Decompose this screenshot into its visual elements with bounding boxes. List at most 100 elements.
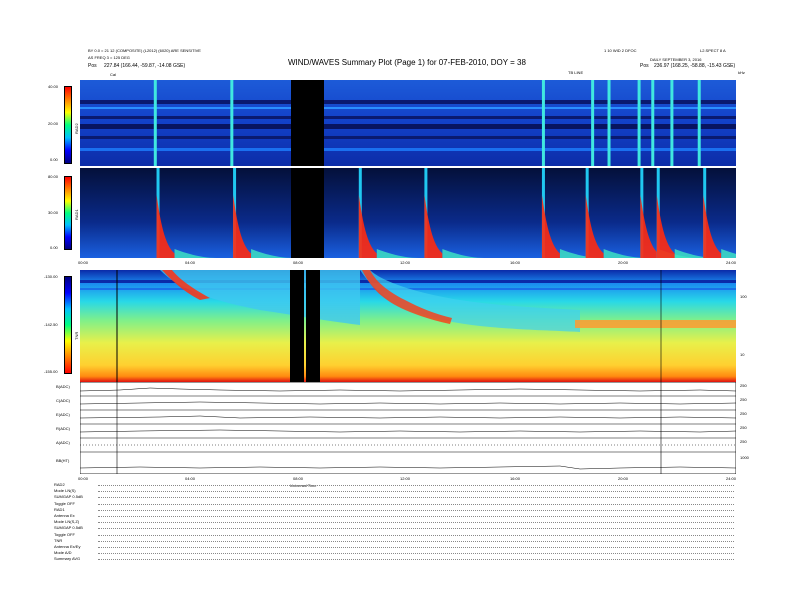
tnr-ytick-mid: -142.50 [44, 322, 58, 327]
settings-row-dots [98, 497, 734, 499]
settings-row-dots [98, 547, 734, 548]
rad1-colorbar [64, 176, 72, 250]
rad1-ytick-mid: 30.00 [48, 210, 59, 215]
param-xtick-5: 20:00 [618, 476, 629, 481]
param-xtick-0: 00:00 [78, 476, 89, 481]
settings-row-label: SUMGAP 0.5dB [54, 525, 83, 531]
rad2-spectrogram [80, 80, 736, 166]
burst-r2-bursts-3 [591, 80, 595, 166]
settings-row-label: Summary AVG [54, 556, 81, 562]
settings-row-dots [98, 534, 734, 536]
settings-row-dots [98, 503, 734, 505]
tnr-ytick-bot: -155.00 [44, 369, 58, 374]
settings-row: Mode LN(S) [54, 488, 734, 494]
settings-row: Summary AVG [54, 556, 734, 562]
param-label-c: C(ADC) [56, 398, 70, 403]
rad1-xtick-5: 20:00 [618, 260, 629, 265]
param-right-a: 250 [740, 439, 747, 444]
header-left-line2: AS FREQ 3 = 125 DEG [88, 55, 130, 60]
settings-row-dots [98, 522, 734, 524]
settings-row-dots [98, 528, 734, 530]
burst-r2-bursts-1 [230, 80, 234, 166]
rad1-spectrogram [80, 168, 736, 258]
header-right-line2: DAILY SEPTEMBER 3, 2016 [650, 57, 702, 62]
tnr-spectrogram [80, 270, 736, 382]
settings-row: Toggle OFF [54, 532, 734, 538]
param-label-bb: BB(HT) [56, 458, 70, 463]
cal-label: Cal [110, 72, 117, 77]
param-right-r: 250 [740, 425, 747, 430]
param-xtick-1: 04:00 [185, 476, 196, 481]
settings-row-label: RAD1 [54, 506, 65, 512]
param-right-bb: 1000 [740, 455, 749, 460]
settings-row: SUMGAP 0.5dB [54, 525, 734, 531]
rad1-xtick-3: 12:00 [400, 260, 411, 265]
param-label-b: B(ADC) [56, 384, 70, 389]
param-right-b: 250 [740, 383, 747, 388]
settings-row-label: Mode LN(S) [54, 488, 76, 494]
settings-row-label: Antenna Ex/Ey [54, 544, 81, 549]
rad2-ytick-top: 40.00 [48, 84, 59, 89]
settings-row-dots [98, 559, 734, 561]
param-right-e: 250 [740, 411, 747, 416]
header-left-line1: BY 0.0 = 21 12 (COMPOSITE) (L2012) (6020… [88, 48, 201, 53]
settings-row-label: Mode A/D [54, 550, 72, 556]
header-left-pos-label: Pos [88, 63, 97, 69]
param-label-r: R(ADC) [56, 426, 70, 431]
tnr-ylabel: TNR [74, 331, 79, 340]
settings-row: RAD1 [54, 507, 734, 513]
settings-row: Mode A/D [54, 550, 734, 556]
tb-line-label: TB LINE [568, 70, 584, 75]
settings-row-label: RAD2 [54, 482, 65, 487]
rad1-xtick-2: 08:00 [293, 260, 304, 265]
header-left-pos-value: 227.84 (166.44, -59.87, -14.08 GSE) [104, 63, 186, 69]
burst-r2-bursts-2 [541, 80, 545, 166]
burst-r2-bursts-8 [697, 80, 701, 166]
rad2-colorbar [64, 86, 72, 164]
header-right-line1b: L2.SPECT 8 A [700, 48, 726, 53]
burst-r2-bursts-7 [670, 80, 674, 166]
param-xtick-3: 12:00 [400, 476, 411, 481]
settings-row: RAD2 [54, 482, 734, 488]
settings-row: Mode LN(S,Z) [54, 519, 734, 525]
param-xtick-6: 24:00 [726, 476, 737, 481]
settings-row: Antenna Ex/Ey [54, 544, 734, 550]
page-title: WIND/WAVES Summary Plot (Page 1) for 07-… [288, 58, 526, 67]
rad2-ylabel: RAD2 [74, 123, 79, 134]
rad2-ytick-bot: 0.00 [50, 157, 58, 162]
parameter-panels [80, 382, 736, 474]
burst-r2-bursts-0 [153, 80, 157, 166]
rad1-xtick-1: 04:00 [185, 260, 196, 265]
settings-row-label: TNR [54, 537, 63, 543]
param-xtick-2: 08:00 [293, 476, 304, 481]
tnr-colorbar [64, 276, 72, 374]
param-xtick-4: 16:00 [510, 476, 521, 481]
rad1-xtick-4: 16:00 [510, 260, 521, 265]
settings-row-dots [98, 553, 734, 555]
settings-row-label: Mode LN(S,Z) [54, 519, 80, 525]
settings-row: Antenna Ex [54, 513, 734, 519]
tnr-ytick-top: -130.00 [44, 274, 58, 279]
rad1-ylabel: RAD1 [74, 209, 79, 220]
param-label-e: E(ADC) [56, 412, 70, 417]
settings-row-dots [98, 509, 734, 511]
rad1-xtick-0: 00:00 [78, 260, 89, 265]
tnr-right-tick-10: 10 [740, 352, 745, 357]
burst-r2-bursts-6 [651, 80, 655, 166]
rad1-ytick-top: 80.00 [48, 174, 59, 179]
settings-row-dots [98, 491, 734, 493]
header-right-pos-value: 236.97 (168.25, -58.88, -15.43 GSE) [654, 63, 736, 69]
param-label-a: A(ADC) [56, 440, 70, 445]
rad1-xtick-6: 24:00 [726, 260, 737, 265]
settings-row: SUMGAP 0.5dB [54, 494, 734, 500]
settings-row: Toggle OFF [54, 501, 734, 507]
rad2-ytick-mid: 20.00 [48, 121, 59, 126]
settings-row: TNR [54, 538, 734, 544]
tnr-right-tick-100: 100 [740, 294, 747, 299]
header-right-line1: 1 10 WID 2 DFOC [604, 48, 637, 53]
burst-r2-bursts-4 [607, 80, 611, 166]
settings-row-label: Toggle OFF [54, 531, 75, 537]
settings-row-dots [98, 516, 734, 517]
settings-row-dots [98, 485, 734, 486]
settings-row-label: Antenna Ex [54, 513, 75, 518]
